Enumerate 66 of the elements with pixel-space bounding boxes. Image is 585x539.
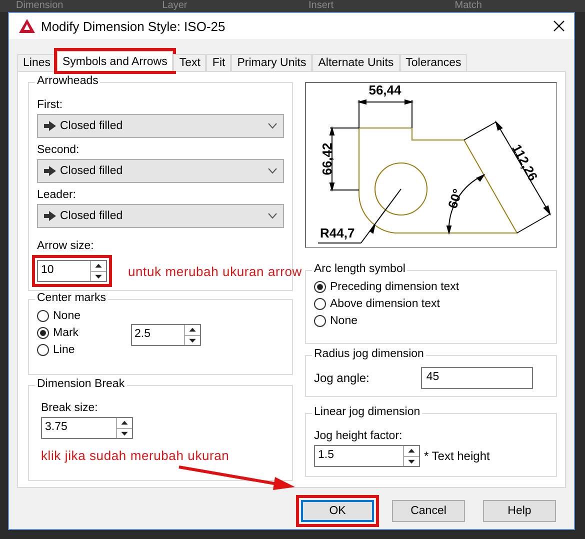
dimension-label: R44,7	[320, 225, 355, 240]
tab[interactable]: Tolerances	[400, 54, 468, 71]
ribbon-label: Insert	[308, 0, 335, 12]
annotation-note: klik jika sudah merubah ukuran	[41, 448, 230, 463]
field-label: Break size:	[41, 402, 99, 414]
close-icon	[553, 20, 565, 32]
field-label: Jog angle:	[314, 371, 370, 385]
group-title: Arrowheads	[35, 75, 100, 87]
arrowhead-icon	[44, 211, 56, 221]
radio-option[interactable]: Mark	[37, 327, 80, 339]
radio-option[interactable]: Line	[37, 344, 80, 356]
app-logo-icon	[19, 19, 35, 33]
arrowhead-dropdown[interactable]: Closed filled	[37, 204, 284, 228]
tab[interactable]: Primary Units	[231, 54, 312, 71]
jog-height-spinner[interactable]: 1.5	[314, 445, 420, 467]
field-label: Jog height factor:	[314, 430, 404, 442]
group-title: Dimension Break	[35, 378, 127, 390]
dimension-label: 66,42	[319, 142, 334, 176]
spin-down-icon[interactable]	[184, 334, 200, 345]
spin-down-icon[interactable]	[117, 428, 132, 438]
field-label: First:	[37, 99, 64, 111]
annotation-note: untuk merubah ukuran arrow	[128, 264, 302, 278]
ribbon-label: Dimension	[15, 0, 64, 12]
tab[interactable]: Text	[173, 54, 206, 71]
chevron-down-icon	[268, 213, 277, 219]
radio-button[interactable]	[314, 298, 326, 310]
tab[interactable]: Alternate Units	[312, 54, 400, 71]
jog-angle-field[interactable]: 45	[421, 367, 534, 389]
chevron-down-icon	[268, 123, 277, 129]
dialog-button[interactable]: Help	[483, 500, 556, 522]
group-title: Arc length symbol	[312, 263, 408, 275]
radio-button[interactable]	[314, 281, 326, 293]
arrowhead-dropdown[interactable]: Closed filled	[37, 114, 284, 138]
radio-option[interactable]: None	[37, 310, 80, 322]
radio-option[interactable]: Preceding dimension text	[314, 281, 548, 293]
break-size-spinner[interactable]: 3.75	[41, 417, 133, 439]
radio-button[interactable]	[37, 327, 49, 339]
arrow-size-spinner[interactable]: 10	[37, 260, 107, 282]
radio-option[interactable]: None	[314, 315, 548, 327]
group-title: Radius jog dimension	[312, 348, 426, 360]
chevron-down-icon	[268, 168, 277, 174]
radio-button[interactable]	[37, 344, 49, 356]
arrowhead-icon	[44, 166, 56, 176]
ribbon-label: Layer	[161, 0, 188, 12]
radio-button[interactable]	[314, 315, 326, 327]
center-mark-size-spinner[interactable]: 2.5	[130, 324, 200, 346]
group-title: Center marks	[35, 292, 108, 304]
field-suffix: * Text height	[424, 449, 490, 463]
tab[interactable]: Fit	[206, 54, 232, 71]
radio-button[interactable]	[37, 310, 49, 322]
ribbon-label: Match	[454, 0, 483, 12]
radio-option[interactable]: Above dimension text	[314, 298, 548, 310]
tab[interactable]: Symbols and Arrows	[56, 51, 174, 71]
arrowhead-dropdown[interactable]: Closed filled	[37, 159, 284, 183]
group-title: Linear jog dimension	[312, 406, 422, 418]
spin-down-icon[interactable]	[404, 456, 419, 466]
dialog-button[interactable]: Cancel	[392, 500, 465, 522]
field-label: Leader:	[37, 189, 78, 201]
arrowhead-icon	[44, 121, 56, 131]
tab[interactable]: Lines	[17, 54, 56, 71]
dimension-label: 56,44	[368, 83, 402, 98]
dialog-button[interactable]: OK	[301, 500, 374, 522]
spin-down-icon[interactable]	[91, 270, 106, 281]
field-label: Arrow size:	[37, 240, 95, 252]
field-label: Second:	[37, 144, 80, 156]
window-title: Modify Dimension Style: ISO-25	[41, 18, 226, 34]
